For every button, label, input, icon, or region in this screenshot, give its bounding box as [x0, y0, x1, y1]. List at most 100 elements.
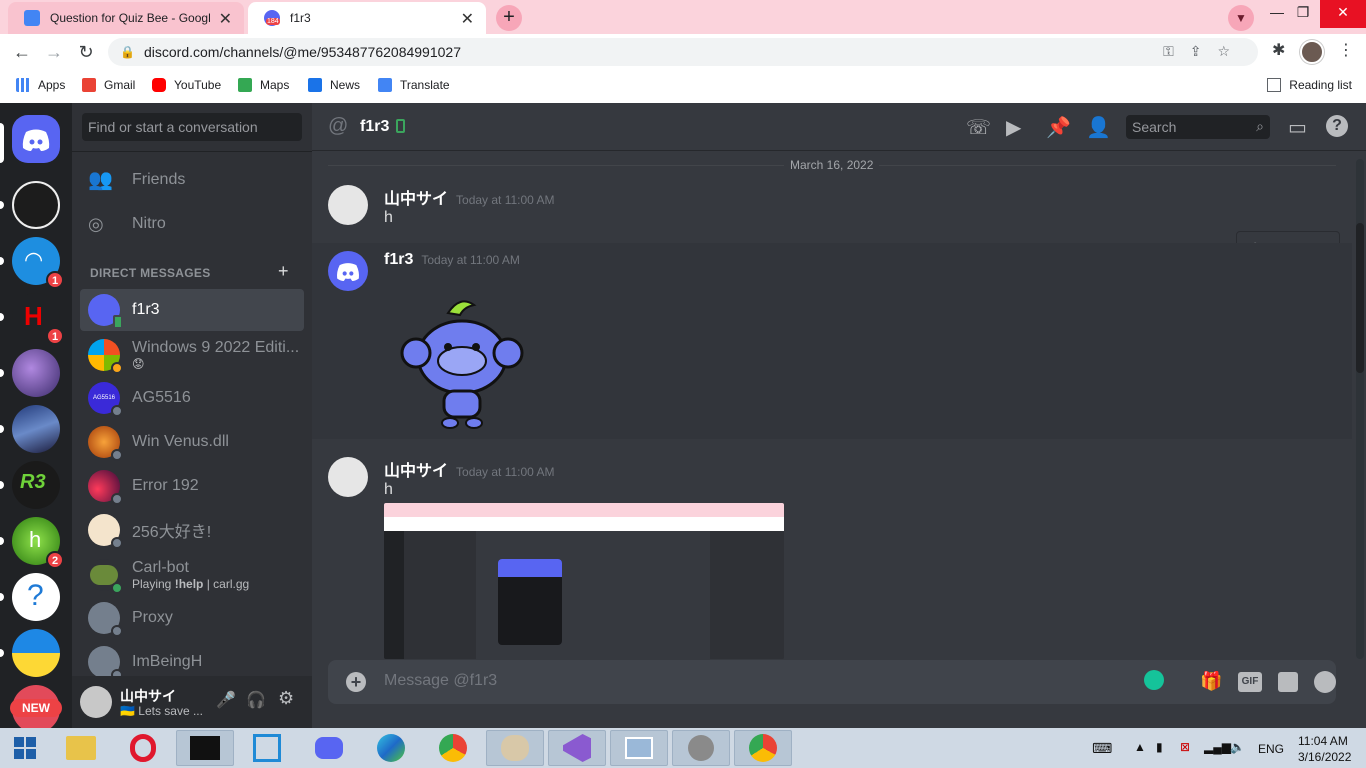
video-call-icon[interactable]: ▶	[1006, 115, 1021, 140]
image-attachment[interactable]	[384, 503, 784, 659]
back-icon[interactable]: ←	[10, 40, 34, 64]
channel-header: @ f1r3 ☏ ▶ 📌 👤 Search ⌕ ▭ ?	[312, 103, 1366, 151]
language-indicator[interactable]: ENG	[1258, 742, 1284, 756]
server-new[interactable]: NEW 4	[10, 685, 62, 728]
scrollbar-thumb[interactable]	[1356, 223, 1364, 373]
add-friend-icon[interactable]: 👤	[1086, 115, 1111, 140]
terminal-icon[interactable]	[176, 730, 234, 766]
avatar[interactable]	[328, 185, 368, 225]
volume-icon[interactable]: 🔈	[1230, 740, 1245, 754]
new-tab-button[interactable]: +	[496, 5, 522, 31]
dm-item-256[interactable]: 256大好き!	[80, 509, 304, 551]
chrome-profile-icon[interactable]	[734, 730, 792, 766]
dm-item-proxy[interactable]: Proxy	[80, 597, 304, 639]
nitro-link[interactable]: ◎ Nitro	[80, 203, 304, 245]
dm-name: f1r3	[132, 301, 160, 318]
bookmark-maps[interactable]: Maps	[238, 78, 289, 92]
signal-icon[interactable]: ▂▄▆	[1204, 740, 1231, 754]
tab-discord[interactable]: 184 f1r3 ✕	[248, 2, 486, 34]
server-obs[interactable]	[12, 181, 60, 229]
vmware-icon[interactable]	[238, 730, 296, 766]
emoji-icon[interactable]	[1314, 671, 1336, 693]
opera-icon[interactable]	[114, 730, 172, 766]
chrome-icon[interactable]	[424, 730, 482, 766]
voice-call-icon[interactable]: ☏	[966, 115, 991, 140]
tab-google-docs[interactable]: Question for Quiz Bee - Google Docs ✕	[8, 2, 244, 34]
dm-item-windows9[interactable]: Windows 9 2022 Editi... 😟	[80, 333, 304, 377]
reading-list-button[interactable]: Reading list	[1267, 78, 1352, 92]
reload-icon[interactable]: ↻	[74, 40, 98, 64]
gear-icon[interactable]: ⚙	[278, 688, 294, 709]
dm-item-ag5516[interactable]: AG5516 AG5516	[80, 377, 304, 419]
nitro-label: Nitro	[132, 215, 166, 232]
discord-taskbar-icon[interactable]	[300, 730, 358, 766]
timestamp: Today at 11:00 AM	[456, 193, 555, 207]
clock-time[interactable]: 11:04 AM	[1298, 734, 1348, 748]
user-avatar[interactable]	[80, 686, 112, 718]
server-green-logo[interactable]: R3	[12, 461, 60, 509]
show-hidden-icons[interactable]: ▲	[1134, 740, 1146, 754]
server-wifi[interactable]: ◠ 1	[12, 237, 64, 289]
server-flag[interactable]	[12, 629, 60, 677]
close-window-icon[interactable]: ✕	[1320, 0, 1366, 28]
create-dm-icon[interactable]: +	[278, 261, 289, 282]
file-explorer-icon[interactable]	[52, 730, 110, 766]
network-error-icon[interactable]: ⊠	[1180, 740, 1190, 754]
search-input[interactable]: Search ⌕	[1126, 115, 1270, 139]
bookmark-gmail[interactable]: Gmail	[82, 78, 135, 92]
server-question[interactable]: ?	[12, 573, 60, 621]
avatar[interactable]	[328, 251, 368, 291]
find-conversation-button[interactable]: Find or start a conversation	[82, 113, 302, 141]
paint-icon[interactable]	[486, 730, 544, 766]
bookmark-news[interactable]: News	[308, 78, 360, 92]
dm-item-f1r3[interactable]: f1r3	[80, 289, 304, 331]
upload-icon[interactable]: +	[346, 672, 366, 692]
server-space[interactable]	[12, 405, 60, 453]
pin-icon[interactable]: 📌	[1046, 115, 1071, 140]
menu-icon[interactable]: ⋮	[1338, 40, 1354, 60]
gift-icon[interactable]: 🎁	[1200, 671, 1222, 692]
server-h-green[interactable]: h 2	[12, 517, 64, 569]
photo-viewer-icon[interactable]	[610, 730, 668, 766]
grammarly-icon[interactable]	[1144, 670, 1164, 690]
battery-icon[interactable]: ▮	[1156, 740, 1163, 754]
close-tab-icon[interactable]: ✕	[219, 9, 232, 29]
profile-avatar[interactable]	[1300, 40, 1324, 64]
headphones-icon[interactable]: 🎧	[246, 690, 266, 710]
extensions-icon[interactable]: ✱	[1272, 40, 1285, 60]
visual-studio-icon[interactable]	[548, 730, 606, 766]
address-bar-actions[interactable]: ⚿⇪☆	[1163, 43, 1246, 60]
tab-search-icon[interactable]: ▼	[1228, 5, 1254, 31]
clock-date[interactable]: 3/16/2022	[1298, 750, 1351, 764]
home-button[interactable]	[12, 115, 60, 163]
server-red-h[interactable]: H 1	[12, 293, 64, 345]
sound-icon[interactable]	[672, 730, 730, 766]
dm-sidebar: Find or start a conversation 👥 Friends ◎…	[72, 103, 312, 728]
help-icon[interactable]: ?	[1326, 115, 1348, 137]
start-button[interactable]	[0, 730, 50, 766]
author-name[interactable]: 山中サイ	[384, 463, 448, 480]
dm-item-carl-bot[interactable]: Carl-bot Playing !help | carl.gg	[80, 553, 304, 597]
dm-item-error192[interactable]: Error 192	[80, 465, 304, 507]
mute-icon[interactable]: 🎤	[216, 690, 236, 710]
edge-icon[interactable]	[362, 730, 420, 766]
friends-link[interactable]: 👥 Friends	[80, 159, 304, 201]
dm-name: Windows 9 2022 Editi...	[132, 339, 300, 356]
bookmark-translate[interactable]: Translate	[378, 78, 450, 92]
keyboard-icon[interactable]: ⌨	[1092, 740, 1112, 757]
message-input[interactable]: Message @f1r3	[384, 672, 497, 690]
author-name[interactable]: f1r3	[384, 251, 413, 268]
server-galaxy[interactable]	[12, 349, 60, 397]
dm-item-win-venus[interactable]: Win Venus.dll	[80, 421, 304, 463]
close-tab-icon[interactable]: ✕	[461, 9, 474, 29]
avatar[interactable]	[328, 457, 368, 497]
message-composer[interactable]: + Message @f1r3 🎁 GIF	[328, 660, 1336, 704]
forward-icon[interactable]: →	[42, 40, 66, 64]
bookmark-youtube[interactable]: YouTube	[152, 78, 221, 92]
inbox-icon[interactable]: ▭	[1288, 115, 1307, 140]
sticker-icon[interactable]	[1278, 672, 1298, 692]
gif-icon[interactable]: GIF	[1238, 672, 1262, 692]
author-name[interactable]: 山中サイ	[384, 191, 448, 208]
address-bar[interactable]: 🔒 discord.com/channels/@me/9534877620849…	[108, 38, 1258, 66]
bookmark-apps[interactable]: Apps	[16, 78, 65, 92]
